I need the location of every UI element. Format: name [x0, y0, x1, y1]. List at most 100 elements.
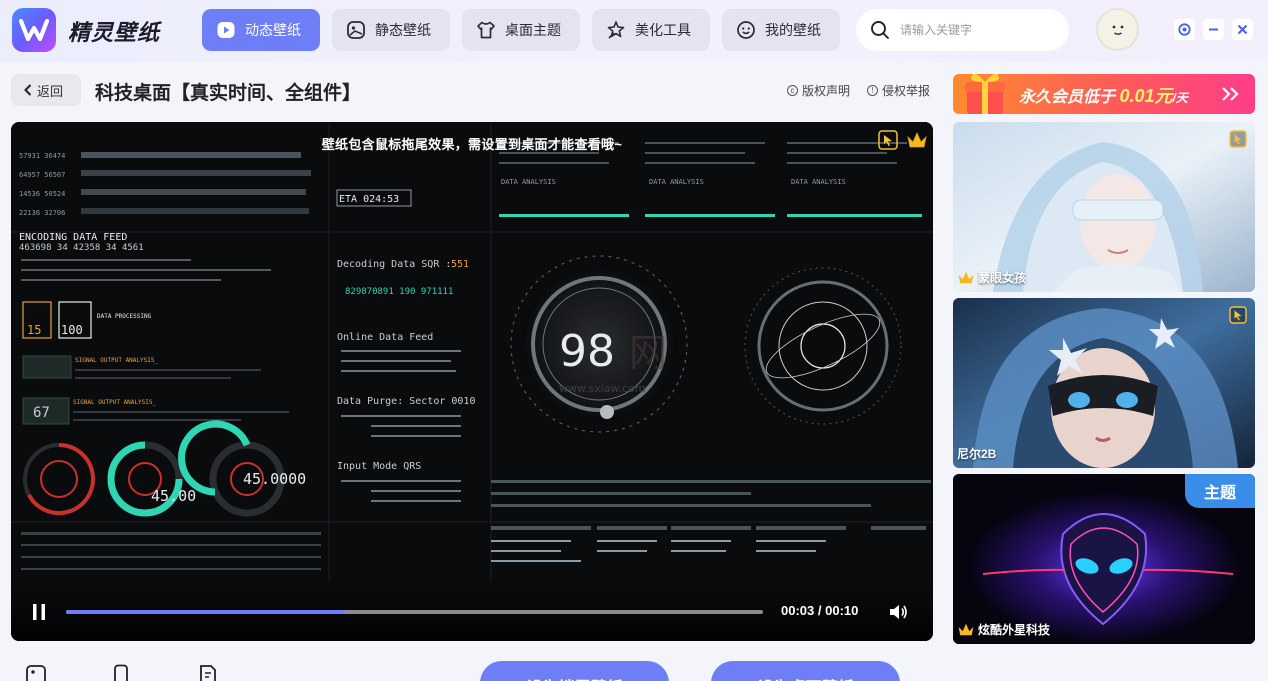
theme-badge: 主题: [1185, 474, 1255, 508]
hud-center-number: 98: [559, 326, 615, 377]
hud-input-mode: Input Mode QRS: [337, 461, 421, 472]
cursor-effect-icon: [1229, 306, 1247, 324]
hud-data-analysis-2: DATA ANALYSIS: [649, 178, 704, 186]
total-time: 00:10: [825, 603, 859, 618]
svg-text:14536 50524: 14536 50524: [19, 190, 65, 198]
hud-encoding-nums: 463698 34 42358 34 4561: [19, 243, 144, 253]
hud-side-num: 67: [33, 405, 50, 421]
tab-my-wallpaper[interactable]: 我的壁纸: [722, 9, 840, 51]
tab-label: 桌面主题: [505, 22, 561, 38]
tab-static-wallpaper[interactable]: 静态壁纸: [332, 9, 450, 51]
card-title: 尼尔2B: [957, 447, 997, 461]
hud-gauge-b: 45.0000: [243, 470, 306, 488]
search-bar[interactable]: [856, 9, 1069, 51]
hud-data-processing: DATA PROCESSING: [97, 313, 152, 320]
tab-label: 动态壁纸: [245, 22, 301, 38]
image-icon: [345, 19, 367, 41]
app-name: 精灵壁纸: [68, 20, 161, 45]
hud-sqr-nums: 829870891 190 971111: [345, 287, 453, 297]
hud-signal-output-2: SIGNAL OUTPUT ANALYSIS_: [73, 399, 156, 406]
hud-purge: Data Purge: Sector 0010: [337, 396, 475, 407]
tab-label: 我的壁纸: [765, 22, 821, 38]
close-button[interactable]: [1232, 19, 1253, 40]
smile-icon: [735, 19, 757, 41]
hud-online-feed: Online Data Feed: [337, 332, 433, 343]
card-label: 尼尔2B: [957, 445, 996, 462]
close-icon: [1237, 24, 1248, 35]
progress-track[interactable]: [66, 610, 763, 614]
hud-data-analysis-1: DATA ANALYSIS: [501, 178, 556, 186]
vip-banner[interactable]: 永久会员低于 0.01元/天: [953, 74, 1255, 114]
phone-icon[interactable]: [110, 664, 132, 681]
video-player[interactable]: 57931 36474 64957 56507 14536 50524 2213…: [11, 122, 933, 641]
hud-sqr-value: 551: [451, 259, 469, 270]
set-desktop-button[interactable]: 设为桌面壁纸: [711, 661, 900, 681]
pause-icon[interactable]: [31, 603, 47, 621]
hud-signal-output-1: SIGNAL OUTPUT ANALYSIS_: [75, 357, 158, 364]
tab-desktop-theme[interactable]: 桌面主题: [462, 9, 580, 51]
magic-icon: [605, 19, 627, 41]
gear-icon: [1178, 23, 1191, 36]
wallpaper-thumbnail: [953, 122, 1255, 292]
back-button[interactable]: 返回: [11, 74, 81, 106]
hud-box-a: 15: [27, 323, 41, 337]
vip-text: 永久会员低于 0.01元/天: [1019, 82, 1188, 108]
image-edit-icon[interactable]: [25, 664, 47, 681]
search-input[interactable]: [900, 23, 1050, 37]
back-label: 返回: [37, 83, 64, 99]
tab-label: 静态壁纸: [375, 22, 431, 38]
hud-eta: ETA 024:53: [339, 194, 399, 205]
card-title: 蒙眼女孩: [978, 271, 1027, 285]
app-logo-icon: [12, 8, 56, 52]
settings-button[interactable]: [1174, 19, 1195, 40]
hud-encoding-title: ENCODING DATA FEED: [19, 232, 127, 243]
crown-icon: [907, 132, 927, 148]
wallpaper-card[interactable]: 主题 炫酷外星科技: [953, 474, 1255, 644]
vip-prefix: 永久会员低于: [1019, 89, 1120, 106]
double-chevron-right-icon: [1222, 87, 1239, 101]
minimize-icon: [1209, 28, 1218, 31]
vip-suffix: /天: [1172, 91, 1188, 105]
svg-text:22136 32706: 22136 32706: [19, 209, 65, 217]
svg-text:57931 36474: 57931 36474: [19, 152, 65, 160]
hud-watermark-a: www.sxiaw.com: [559, 382, 646, 395]
shirt-icon: [475, 19, 497, 41]
document-icon[interactable]: [197, 664, 219, 681]
tab-dynamic-wallpaper[interactable]: 动态壁纸: [202, 9, 320, 51]
hud-wallpaper-preview: 57931 36474 64957 56507 14536 50524 2213…: [11, 122, 933, 641]
copyright-link[interactable]: c 版权声明: [787, 82, 850, 99]
page-title: 科技桌面【真实时间、全组件】: [95, 83, 362, 104]
wallpaper-thumbnail: [953, 298, 1255, 468]
time-display: 00:03 / 00:10: [781, 603, 858, 618]
video-notice: 壁纸包含鼠标拖尾效果，需设置到桌面才能查看哦~: [321, 137, 623, 152]
cursor-effect-icon: [878, 130, 898, 150]
avatar[interactable]: [1096, 8, 1139, 51]
crown-icon: [958, 623, 974, 636]
chevron-left-icon: [24, 84, 32, 96]
hud-watermark-b: 网: [629, 331, 667, 375]
gift-icon: [965, 74, 1005, 114]
alert-icon: !: [867, 85, 878, 96]
current-time: 00:03: [781, 603, 815, 618]
set-lock-screen-button[interactable]: 设为锁屏壁纸: [480, 661, 669, 681]
hud-gauge-a: 45.00: [151, 487, 196, 505]
progress-fill: [66, 610, 345, 614]
hud-data-analysis-3: DATA ANALYSIS: [791, 178, 846, 186]
video-icon: [215, 19, 237, 41]
card-label: 蒙眼女孩: [957, 269, 1026, 286]
tab-beautify-tools[interactable]: 美化工具: [592, 9, 710, 51]
card-label: 炫酷外星科技: [957, 621, 1050, 638]
minimize-button[interactable]: [1203, 19, 1224, 40]
volume-icon[interactable]: [888, 603, 908, 621]
copyright-label: 版权声明: [802, 84, 851, 98]
wallpaper-card[interactable]: 蒙眼女孩: [953, 122, 1255, 292]
hud-sqr-label: Decoding Data SQR :: [337, 259, 451, 270]
tab-label: 美化工具: [635, 22, 691, 38]
cursor-effect-icon: [1229, 130, 1247, 148]
vip-price: 0.01元: [1119, 86, 1173, 106]
top-bar: 精灵壁纸 动态壁纸 静态壁纸 桌面主题 美化工具 我的壁纸: [0, 0, 1268, 62]
wallpaper-card[interactable]: 尼尔2B: [953, 298, 1255, 468]
report-link[interactable]: ! 侵权举报: [867, 82, 930, 99]
crown-icon: [958, 271, 974, 284]
search-icon: [871, 21, 889, 39]
